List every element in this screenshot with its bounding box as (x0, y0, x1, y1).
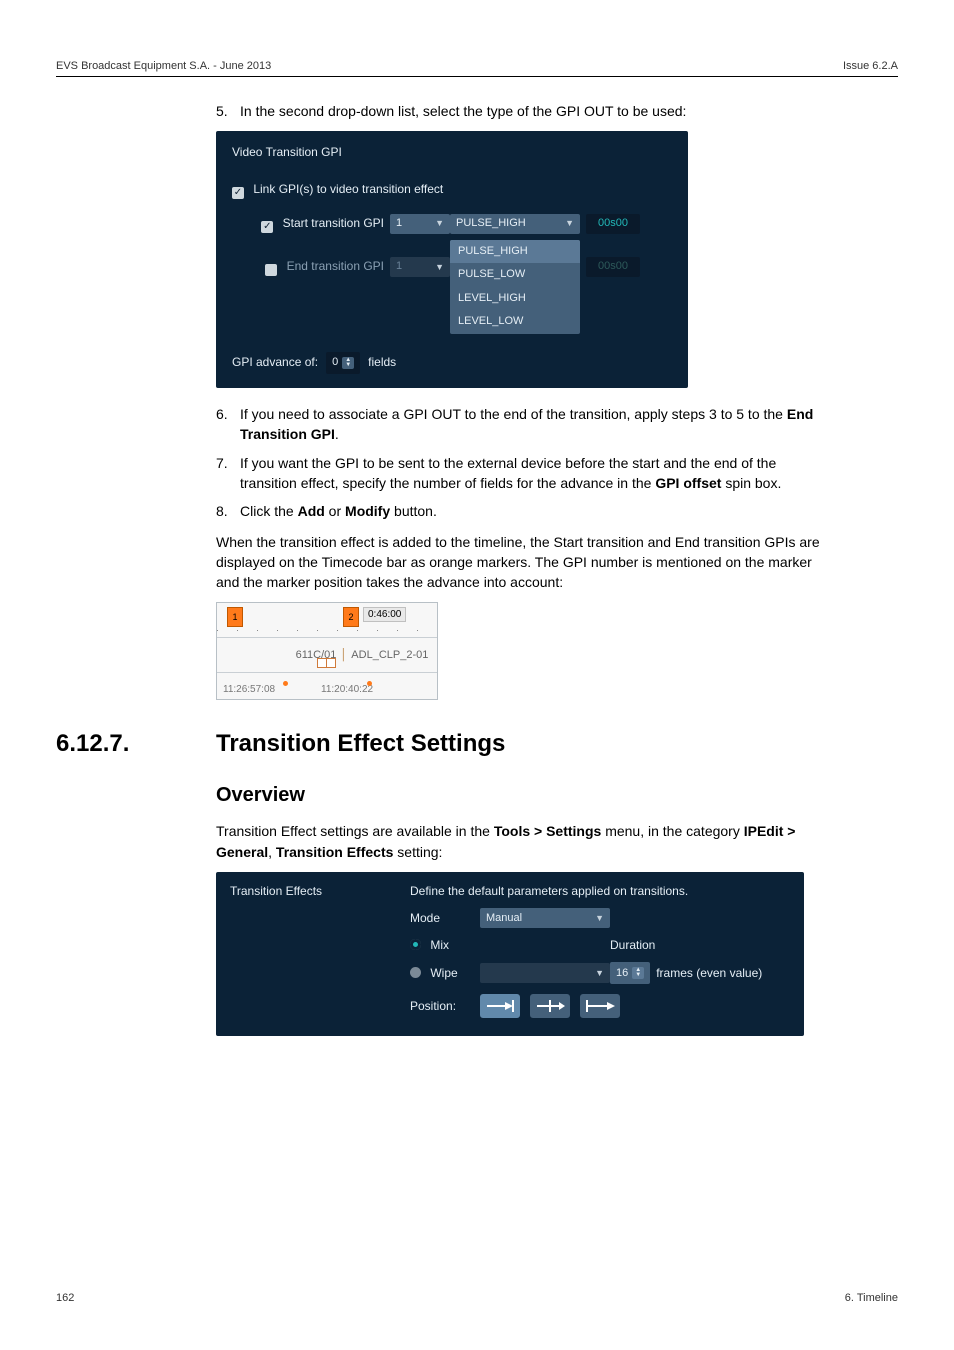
gpi-marker-1: 1 (227, 607, 243, 627)
transition-start-icon (585, 1000, 615, 1012)
dropdown-value: 1 (396, 215, 402, 233)
ruler-ticks (217, 630, 437, 631)
position-end-button[interactable] (480, 994, 520, 1018)
radio-unselected-icon (410, 967, 421, 978)
start-gpi-label: Start transition GPI (283, 216, 384, 230)
step-5: 5. In the second drop-down list, select … (216, 101, 836, 121)
chevron-down-icon: ▼ (435, 260, 444, 274)
gpi-panel-screenshot: Video Transition GPI ✓ Link GPI(s) to vi… (216, 131, 688, 388)
paragraph-after-steps: When the transition effect is added to t… (216, 532, 836, 593)
gpi-advance-spinbox[interactable]: 0 ▲▼ (326, 352, 360, 374)
dropdown-value: Manual (486, 912, 522, 924)
step-6: 6. If you need to associate a GPI OUT to… (216, 404, 836, 445)
mode-dropdown[interactable]: Manual ▼ (480, 908, 610, 928)
spin-value: 16 (616, 967, 628, 979)
timeline-screenshot: 1 2 0:46:00 611C/01 │ ADL_CLP_2-01 11:26… (216, 602, 438, 700)
end-gpi-number-dropdown: 1 ▼ (390, 257, 450, 277)
start-gpi-row: ✓ Start transition GPI (232, 214, 390, 233)
section-title: Transition Effect Settings (216, 730, 505, 758)
gpi-advance-row: GPI advance of: 0 ▲▼ fields (232, 352, 672, 374)
step-num: 8. (216, 501, 240, 521)
gpi-link-label: Link GPI(s) to video transition effect (253, 182, 443, 196)
step-8: 8. Click the Add or Modify button. (216, 501, 836, 521)
wipe-type-dropdown: ▼ (480, 963, 610, 983)
dropdown-item[interactable]: LEVEL_LOW (450, 310, 580, 334)
start-gpi-number-dropdown[interactable]: 1 ▼ (390, 214, 450, 234)
end-gpi-label: End transition GPI (287, 259, 384, 273)
spinner-arrows-icon: ▲▼ (342, 357, 354, 369)
chevron-down-icon: ▼ (595, 968, 604, 978)
transition-effects-panel-screenshot: Transition Effects Define the default pa… (216, 872, 804, 1036)
section-heading: 6.12.7. Transition Effect Settings (56, 730, 898, 758)
step-num: 6. (216, 404, 240, 445)
clip-divider: │ (340, 649, 347, 661)
timecode-right: 11:20:40:22 (321, 684, 373, 695)
header-left: EVS Broadcast Equipment S.A. - June 2013 (56, 60, 271, 72)
step-text: In the second drop-down list, select the… (240, 101, 836, 121)
mix-label: Mix (430, 938, 449, 952)
page-header: EVS Broadcast Equipment S.A. - June 2013… (56, 60, 898, 77)
timecode-left: 11:26:57:08 (223, 684, 275, 695)
start-gpi-time: 00s00 (586, 214, 640, 234)
gpi-link-row: ✓ Link GPI(s) to video transition effect (232, 180, 672, 199)
gpi-advance-unit: fields (368, 353, 396, 372)
timecode-bar: 1 2 0:46:00 (217, 603, 437, 638)
te-category-label: Transition Effects (230, 884, 340, 1018)
step-text: If you want the GPI to be sent to the ex… (240, 453, 836, 494)
marker-dot-icon (283, 681, 288, 686)
step-text: If you need to associate a GPI OUT to th… (240, 404, 836, 445)
step-text: Click the Add or Modify button. (240, 501, 836, 521)
te-description: Define the default parameters applied on… (410, 884, 790, 898)
position-center-button[interactable] (530, 994, 570, 1018)
gpi-marker-2: 2 (343, 607, 359, 627)
spin-value: 0 (332, 354, 338, 372)
mix-radio-row[interactable]: Mix (410, 938, 480, 952)
dropdown-value: 1 (396, 258, 402, 276)
overview-paragraph: Transition Effect settings are available… (216, 821, 836, 862)
chapter-label: 6. Timeline (845, 1292, 898, 1304)
checkbox-unchecked-icon: ✓ (265, 264, 277, 276)
chevron-down-icon: ▼ (435, 216, 444, 230)
spinner-arrows-icon: ▲▼ (632, 967, 644, 979)
page-footer: 162 6. Timeline (56, 1292, 898, 1304)
duration-label: Duration (610, 938, 770, 952)
gpi-type-dropdown-open[interactable]: PULSE_HIGH PULSE_LOW LEVEL_HIGH LEVEL_LO… (450, 240, 580, 334)
dropdown-item[interactable]: PULSE_LOW (450, 263, 580, 287)
end-gpi-time: 00s00 (586, 257, 640, 277)
timecode-row: 11:26:57:08 11:20:40:22 (217, 673, 437, 699)
step-num: 5. (216, 101, 240, 121)
start-gpi-type-dropdown[interactable]: PULSE_HIGH ▼ (450, 214, 580, 234)
transition-end-icon (485, 1000, 515, 1012)
subsection-title: Overview (216, 784, 836, 807)
page-number: 162 (56, 1292, 74, 1304)
wipe-label: Wipe (430, 966, 457, 980)
step-7: 7. If you want the GPI to be sent to the… (216, 453, 836, 494)
checkbox-checked-icon: ✓ (232, 187, 244, 199)
step-num: 7. (216, 453, 240, 494)
dropdown-value: PULSE_HIGH (456, 215, 526, 233)
checkbox-checked-icon: ✓ (261, 221, 273, 233)
gpi-title: Video Transition GPI (232, 143, 672, 162)
clip-label-right: ADL_CLP_2-01 (351, 649, 428, 661)
radio-selected-icon (410, 939, 421, 950)
section-number: 6.12.7. (56, 730, 216, 758)
transition-center-icon (535, 1000, 565, 1012)
duration-spinbox[interactable]: 16 ▲▼ (610, 962, 650, 984)
dropdown-item[interactable]: PULSE_HIGH (450, 240, 580, 264)
header-right: Issue 6.2.A (843, 60, 898, 72)
chevron-down-icon: ▼ (595, 913, 604, 923)
dropdown-item[interactable]: LEVEL_HIGH (450, 287, 580, 311)
frames-unit-label: frames (even value) (656, 966, 762, 980)
transition-boxes-icon (317, 658, 335, 668)
position-label: Position: (410, 999, 480, 1013)
gpi-advance-label: GPI advance of: (232, 353, 318, 372)
duration-control: 16 ▲▼ frames (even value) (610, 962, 770, 984)
clip-row: 611C/01 │ ADL_CLP_2-01 (217, 638, 437, 673)
chevron-down-icon: ▼ (565, 216, 574, 230)
end-gpi-row: ✓ End transition GPI (232, 257, 390, 276)
timecode-label: 0:46:00 (363, 607, 406, 622)
position-start-button[interactable] (580, 994, 620, 1018)
mode-label: Mode (410, 911, 480, 925)
wipe-radio-row[interactable]: Wipe (410, 966, 480, 980)
